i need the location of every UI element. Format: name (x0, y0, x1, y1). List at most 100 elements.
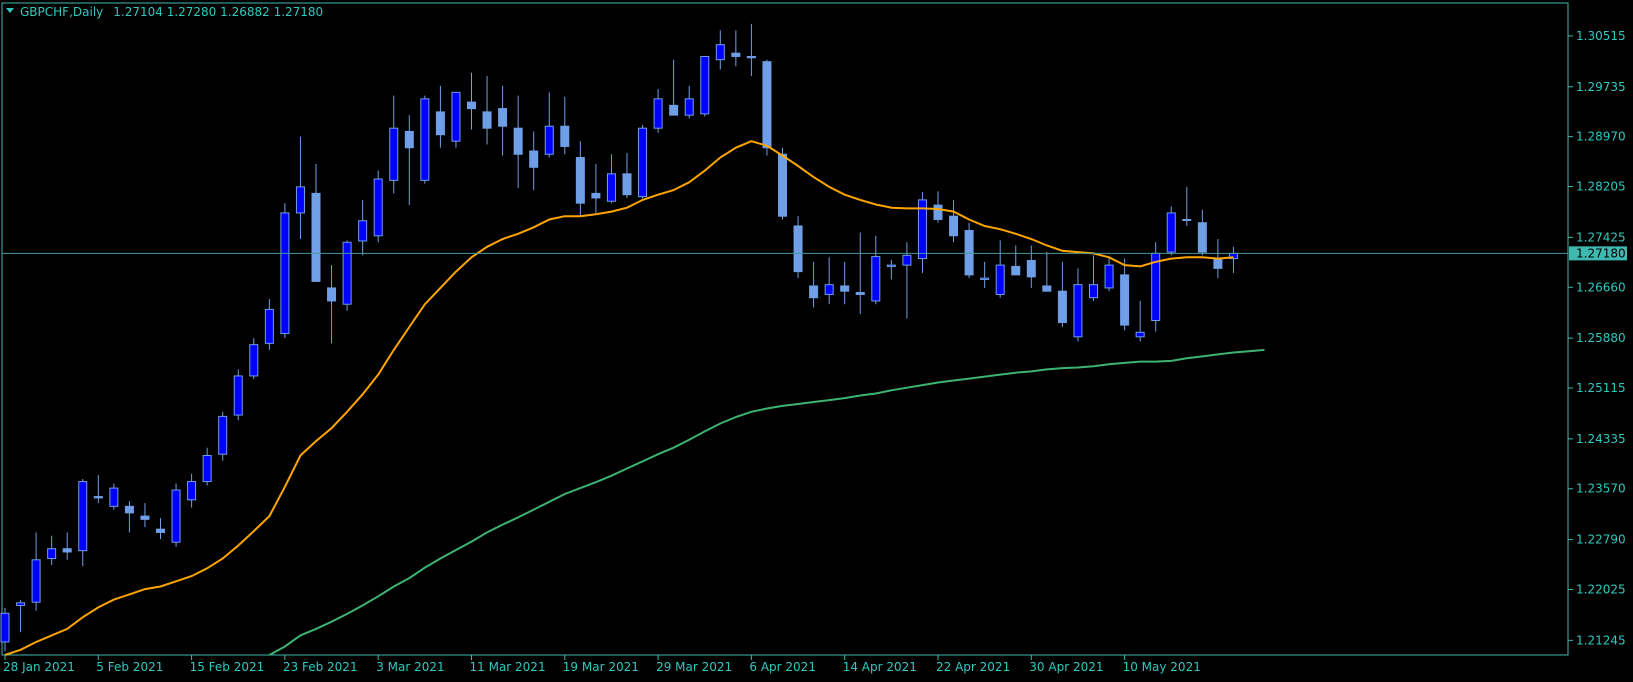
bull-candle (280, 212, 290, 335)
price-chart[interactable]: 1.27180 1.30515 1.29735 1.28970 1.28205 1.27… (0, 0, 1633, 678)
bear-candle (949, 215, 959, 237)
bear-candle (560, 125, 570, 147)
x-axis-tick-label: 5 Feb 2021 (96, 660, 163, 674)
bull-candle (1089, 284, 1098, 299)
bull-candle (871, 256, 881, 302)
bull-candle (995, 264, 1005, 295)
bear-candle (793, 225, 803, 273)
bear-candle (156, 528, 165, 533)
bull-candle (824, 284, 834, 295)
y-axis-tick-label: 1.28205 (1576, 180, 1626, 194)
bull-candle (1182, 218, 1192, 221)
bull-candle (606, 173, 616, 202)
bull-candle (16, 602, 26, 606)
bear-candle (1011, 265, 1021, 276)
y-axis-tick-label: 1.26660 (1576, 280, 1626, 294)
bear-candle (529, 150, 539, 168)
bear-candle (1057, 290, 1067, 323)
x-axis-tick-label: 15 Feb 2021 (190, 660, 265, 674)
bear-candle (575, 157, 585, 204)
bear-candle (669, 104, 679, 116)
x-axis-tick-label: 28 Jan 2021 (3, 660, 75, 674)
chart-header: GBPCHF,Daily 1.27104 1.27280 1.26882 1.2… (6, 5, 323, 19)
bull-candle (1166, 212, 1176, 253)
bull-candle (218, 415, 228, 455)
bull-candle (109, 487, 119, 507)
x-axis-tick-label: 22 Apr 2021 (936, 660, 1010, 674)
bull-candle (0, 612, 10, 643)
bull-candle (1073, 284, 1083, 338)
bear-candle (513, 127, 523, 155)
bull-candle (980, 277, 990, 280)
bull-candle (78, 481, 88, 552)
bear-candle (964, 230, 974, 276)
bull-candle (638, 127, 648, 198)
y-axis-tick-label: 1.22790 (1576, 533, 1626, 547)
bear-candle (855, 291, 865, 295)
x-axis-tick-label: 6 Apr 2021 (749, 660, 816, 674)
ohlc-values: 1.27104 1.27280 1.26882 1.27180 (113, 5, 323, 19)
y-axis-tick-label: 1.25880 (1576, 331, 1626, 345)
bull-candle (295, 186, 305, 214)
bear-candle (435, 111, 445, 136)
y-axis-tick-label: 1.25115 (1576, 381, 1626, 395)
bull-candle (1104, 264, 1114, 289)
bull-candle (684, 98, 694, 116)
bear-candle (62, 548, 72, 553)
x-axis-tick-label: 30 Apr 2021 (1029, 660, 1103, 674)
bear-candle (809, 285, 819, 299)
y-axis-tick-label: 1.28970 (1576, 130, 1626, 144)
bull-candle (902, 254, 912, 266)
symbol-label: GBPCHF,Daily (20, 5, 103, 19)
x-axis-tick-label: 10 May 2021 (1123, 660, 1201, 674)
bull-candle (700, 55, 710, 115)
bull-candle (202, 454, 212, 483)
bull-candle (233, 375, 243, 416)
x-axis-tick-label: 14 Apr 2021 (843, 660, 917, 674)
y-axis-tick-label: 1.23570 (1576, 482, 1626, 496)
y-axis-tick-label: 1.30515 (1576, 29, 1626, 43)
bull-candle (264, 308, 274, 344)
bear-candle (327, 287, 337, 302)
bull-candle (886, 264, 896, 267)
chart-container: 1.27180 1.30515 1.29735 1.28970 1.28205 1.27… (0, 0, 1633, 678)
bear-candle (404, 130, 414, 149)
bear-candle (591, 192, 601, 199)
bear-candle (140, 515, 150, 520)
bull-candle (653, 98, 663, 129)
bear-candle (498, 108, 508, 127)
bear-candle (762, 61, 772, 149)
bull-candle (31, 559, 41, 603)
current-price-label: 1.27180 (1576, 246, 1626, 260)
y-axis-tick-label: 1.22025 (1576, 582, 1626, 596)
bull-candle (358, 220, 368, 242)
bull-candle (249, 344, 259, 377)
bull-candle (715, 44, 725, 61)
x-axis-tick-label: 11 Mar 2021 (470, 660, 546, 674)
y-axis-tick-label: 1.29735 (1576, 80, 1626, 94)
bull-candle (373, 178, 383, 237)
bear-candle (731, 52, 741, 57)
bull-candle (544, 125, 554, 155)
bull-candle (187, 481, 197, 501)
x-axis-tick-label: 23 Feb 2021 (283, 660, 358, 674)
bull-candle (420, 98, 430, 181)
bear-candle (93, 496, 103, 499)
y-axis-tick-label: 1.27425 (1576, 230, 1626, 244)
bear-candle (746, 55, 756, 59)
chart-background (0, 0, 1633, 678)
bear-candle (124, 505, 134, 514)
y-axis-tick-label: 1.24335 (1576, 432, 1626, 446)
bear-candle (1120, 274, 1130, 326)
bear-candle (840, 285, 850, 292)
bull-candle (389, 127, 399, 181)
bull-candle (1135, 331, 1145, 338)
bear-candle (467, 101, 476, 110)
bear-candle (1042, 285, 1052, 292)
bear-candle (1197, 222, 1207, 253)
bull-candle (171, 489, 181, 543)
x-axis-tick-label: 3 Mar 2021 (376, 660, 444, 674)
bear-candle (311, 192, 321, 282)
bull-candle (342, 241, 352, 305)
x-axis-tick-label: 29 Mar 2021 (656, 660, 732, 674)
